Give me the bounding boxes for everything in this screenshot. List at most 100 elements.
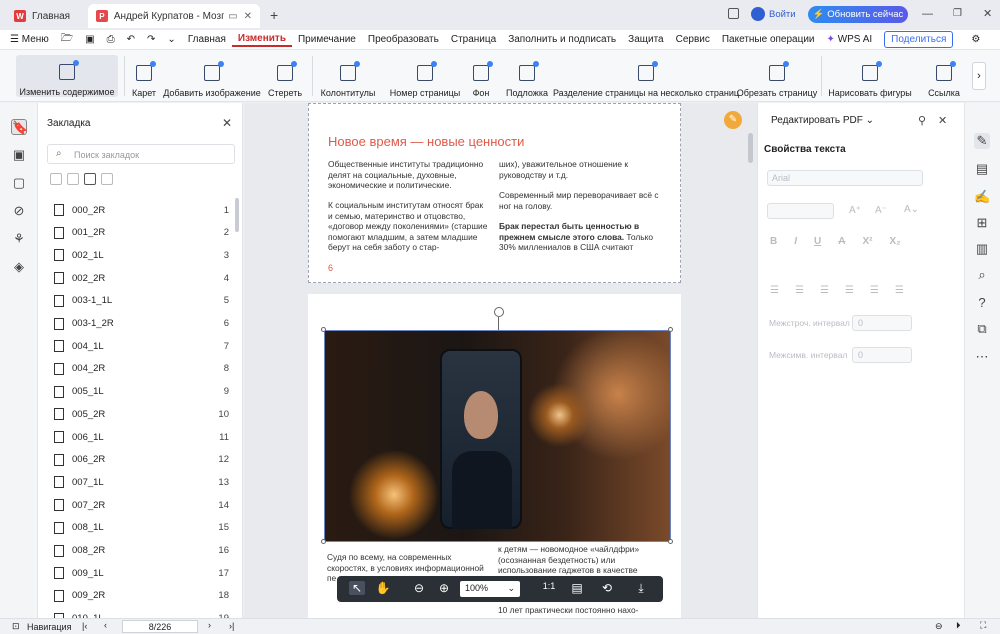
decrease-font-icon[interactable]: A⁻ [875, 205, 887, 216]
sign-icon[interactable]: ✍ [974, 189, 990, 205]
bookmark-item[interactable]: 009_1L 17 [54, 563, 229, 583]
subscript-icon[interactable]: X₂ [889, 236, 900, 247]
rotate-icon[interactable]: ⟲ [599, 581, 615, 595]
save-icon[interactable]: ▣ [79, 34, 100, 45]
window-list-icon[interactable] [728, 8, 739, 19]
hand-icon[interactable]: ✋ [375, 581, 391, 595]
monitor-icon[interactable]: ▭ [228, 11, 237, 22]
edit-pdf-title[interactable]: Редактировать PDF ⌄ [771, 115, 874, 126]
menu-item-home[interactable]: Главная [182, 34, 232, 45]
font-select[interactable]: Arial [767, 170, 923, 186]
caret-button[interactable]: Карет [132, 54, 156, 98]
first-page-icon[interactable]: |‹ [82, 621, 87, 631]
close-window-icon[interactable]: ✕ [983, 7, 992, 20]
properties-icon[interactable]: ▤ [974, 161, 990, 177]
background-button[interactable]: Фон [470, 54, 493, 98]
translate-icon[interactable]: ⧉ [974, 321, 990, 337]
bookmark-search-input[interactable]: ⌕ Поиск закладок [47, 144, 235, 164]
menu-item-service[interactable]: Сервис [670, 34, 716, 45]
bookmark-item[interactable]: 008_2R 16 [54, 541, 229, 561]
menu-item-annotate[interactable]: Примечание [292, 34, 362, 45]
view-mode-icon[interactable]: ▤ [569, 581, 585, 595]
bookmark-panel-icon[interactable]: 🔖 [11, 119, 28, 135]
login-link[interactable]: Войти [769, 9, 796, 20]
bookmark-item[interactable]: 005_2R 10 [54, 404, 229, 424]
fullscreen-icon[interactable]: ⛶ [980, 620, 986, 631]
line-spacing-input[interactable]: 0 [852, 315, 912, 331]
menu-button[interactable]: ☰ Меню [0, 34, 55, 45]
collapse-ribbon-icon[interactable]: ⌃ [994, 34, 1000, 45]
edit-content-button[interactable]: Изменить содержимое [16, 55, 118, 97]
menu-item-batch[interactable]: Пакетные операции [716, 34, 821, 45]
underline-icon[interactable]: U [814, 236, 821, 247]
new-tab-icon[interactable]: + [270, 7, 278, 23]
bookmark-item[interactable]: 006_2R 12 [54, 450, 229, 470]
layers-icon[interactable]: ◈ [11, 259, 27, 275]
italic-icon[interactable]: I [794, 236, 797, 247]
watermark-button[interactable]: Подложка [505, 54, 549, 98]
pencil-icon[interactable]: ✎ [724, 111, 742, 129]
menu-item-edit[interactable]: Изменить [231, 33, 292, 47]
help-icon[interactable]: ? [974, 295, 990, 311]
outdent-icon[interactable]: ☰ [895, 285, 904, 296]
menu-item-convert[interactable]: Преобразовать [362, 34, 445, 45]
redo-icon[interactable]: ↷ [141, 34, 161, 45]
tab-home[interactable]: W Главная [6, 4, 78, 28]
bookmark-item[interactable]: 000_2R 1 [54, 200, 229, 220]
signature-icon[interactable]: ⚘ [11, 231, 27, 247]
link-button[interactable]: Ссылка [928, 54, 960, 98]
indent-icon[interactable]: ☰ [870, 285, 879, 296]
navigation-icon[interactable]: ⊡ [12, 621, 20, 632]
bookmark-item[interactable]: 008_1L 15 [54, 518, 229, 538]
bookmark-item[interactable]: 002_1L 3 [54, 245, 229, 265]
edit-pdf-icon[interactable]: ✎ [974, 133, 990, 149]
bold-icon[interactable]: B [770, 236, 777, 247]
resize-handle[interactable] [668, 327, 673, 332]
restore-icon[interactable]: ❐ [953, 8, 962, 19]
increase-font-icon[interactable]: A⁺ [849, 205, 861, 216]
bookmark-item[interactable]: 007_2R 14 [54, 495, 229, 515]
add-bookmark-icon[interactable] [50, 173, 62, 185]
menu-item-protect[interactable]: Защита [622, 34, 669, 45]
draw-shapes-button[interactable]: Нарисовать фигуры [828, 54, 912, 98]
print-icon[interactable]: ⎙ [101, 34, 121, 45]
split-page-button[interactable]: Разделение страницы на несколько страниц [553, 54, 739, 98]
last-page-icon[interactable]: ›| [229, 621, 234, 631]
bookmark-icon[interactable] [84, 173, 96, 185]
zoom-select[interactable]: 100% ⌄ [460, 581, 520, 597]
close-tab-icon[interactable]: ✕ [244, 11, 252, 22]
next-page-icon[interactable]: › [208, 620, 211, 630]
bookmark-item[interactable]: 004_2R 8 [54, 359, 229, 379]
align-right-icon[interactable]: ☰ [820, 285, 829, 296]
minimize-icon[interactable]: — [922, 8, 933, 20]
bookmark-item[interactable]: 003-1_2R 6 [54, 314, 229, 334]
crop-page-button[interactable]: Обрезать страницу [737, 54, 817, 98]
menu-item-fill-sign[interactable]: Заполнить и подписать [502, 34, 622, 45]
page-number-button[interactable]: Номер страницы [387, 54, 463, 98]
close-panel-icon[interactable]: ✕ [222, 116, 232, 130]
bookmark-item[interactable]: 007_1L 13 [54, 472, 229, 492]
char-spacing-input[interactable]: 0 [852, 347, 912, 363]
more-icon[interactable]: ⋯ [974, 349, 990, 365]
pin-icon[interactable]: ⚲ [918, 114, 926, 127]
bookmark-scrollbar[interactable] [235, 198, 239, 232]
close-panel-icon[interactable]: ✕ [938, 114, 947, 127]
tab-document[interactable]: P Андрей Курпатов - Мозг и би ▭ ✕ [88, 4, 260, 28]
export-icon[interactable]: ⤓ [633, 581, 649, 596]
bookmark-item[interactable]: 001_2R 2 [54, 223, 229, 243]
thumbnail-icon[interactable]: ▣ [11, 147, 27, 163]
resize-handle[interactable] [321, 539, 326, 544]
add-sub-bookmark-icon[interactable] [67, 173, 79, 185]
zoom-out-icon[interactable]: ⊖ [411, 581, 427, 595]
superscript-icon[interactable]: X² [862, 236, 872, 247]
erase-button[interactable]: Стереть [266, 54, 304, 98]
bookmark-item[interactable]: 009_2R 18 [54, 586, 229, 606]
align-left-icon[interactable]: ☰ [770, 285, 779, 296]
resize-handle[interactable] [668, 539, 673, 544]
actual-size-icon[interactable]: 1:1 [537, 581, 561, 591]
align-center-icon[interactable]: ☰ [795, 285, 804, 296]
avatar[interactable] [751, 7, 765, 21]
attachment-icon[interactable]: ⊘ [11, 203, 27, 219]
select-cursor-icon[interactable]: ↖ [349, 581, 365, 595]
more-chevron-icon[interactable]: ⌄ [161, 34, 181, 45]
